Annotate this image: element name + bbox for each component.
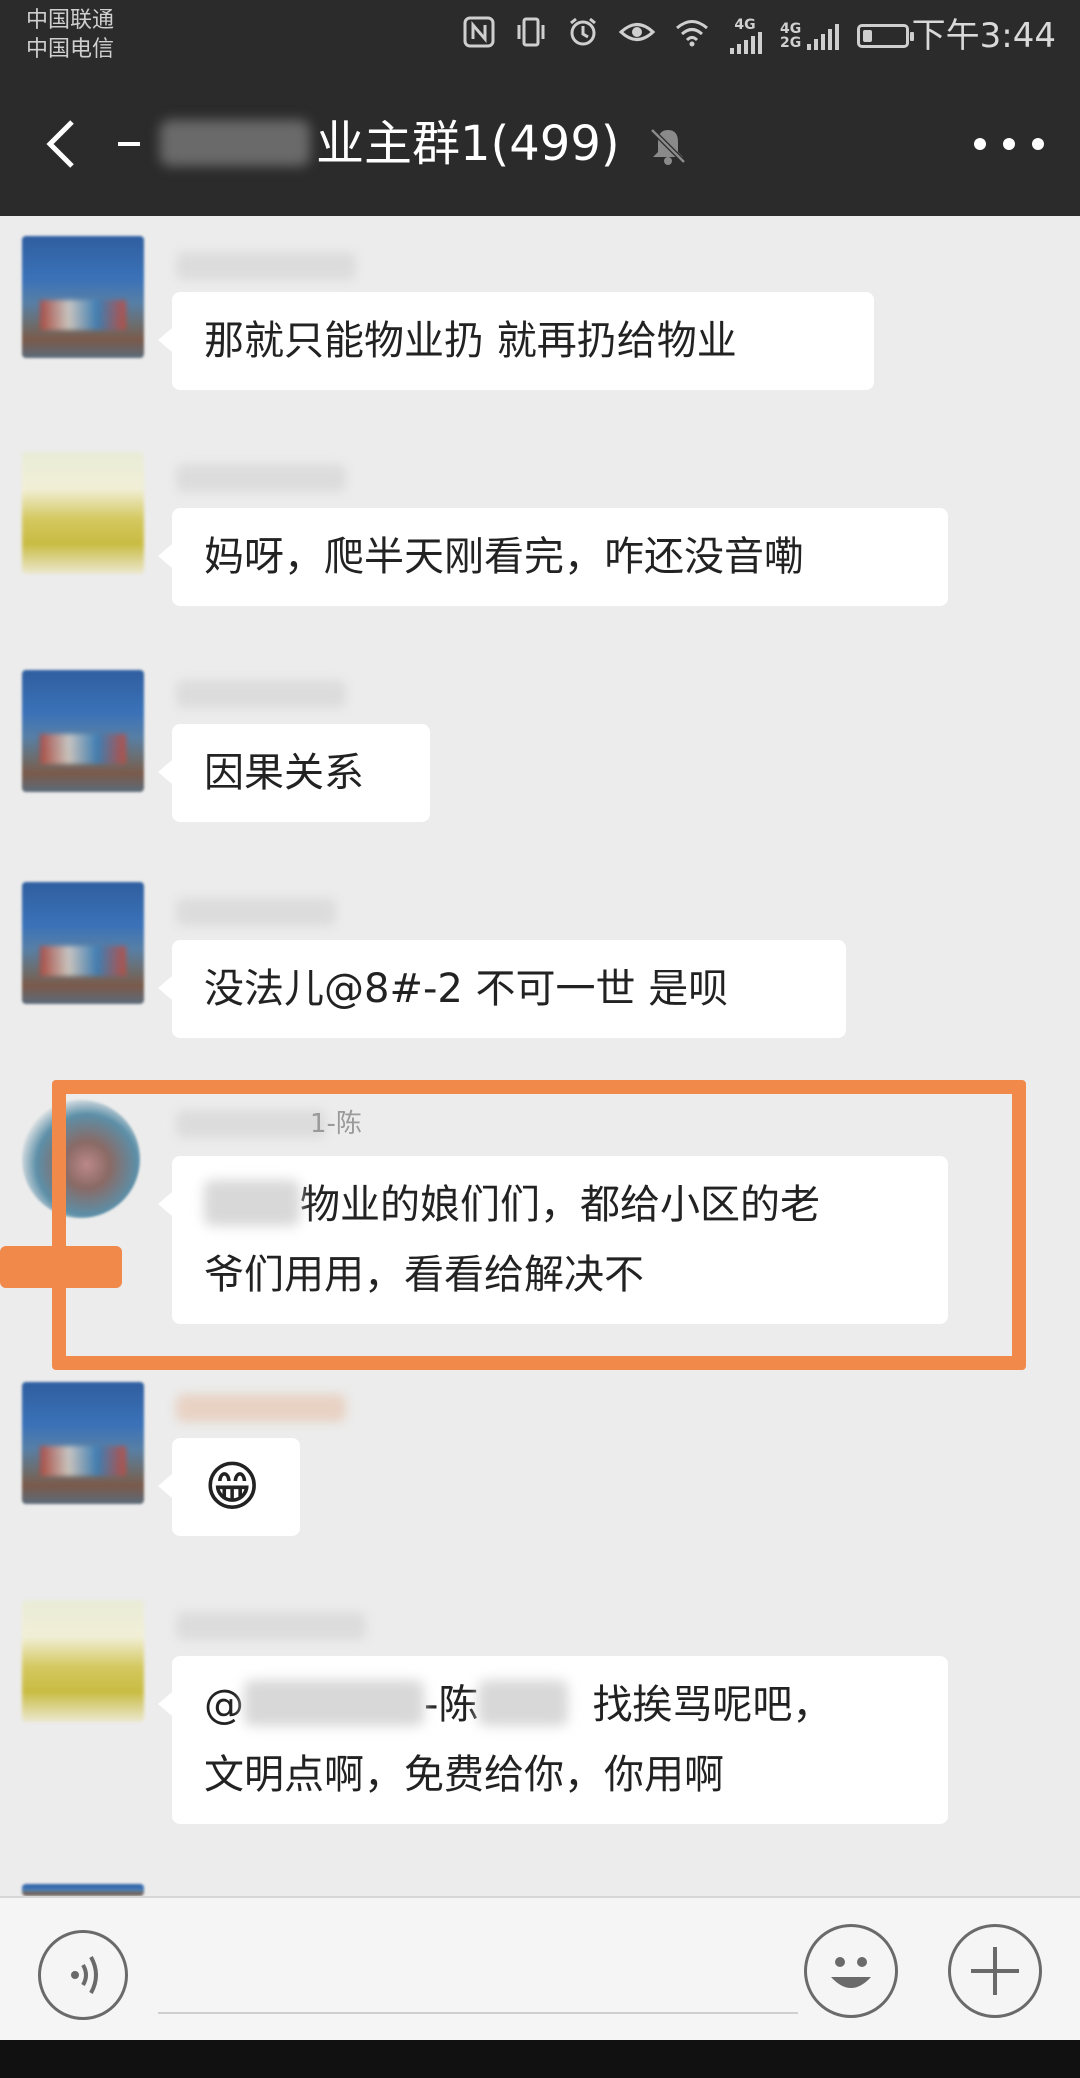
chat-title: 业主群1(499) bbox=[118, 108, 620, 180]
more-functions-button[interactable] bbox=[948, 1924, 1042, 2018]
battery-icon bbox=[857, 24, 915, 48]
dot bbox=[1003, 138, 1015, 150]
eye-comfort-icon bbox=[618, 15, 656, 57]
smiley-icon bbox=[831, 1957, 871, 1988]
avatar[interactable] bbox=[22, 236, 144, 358]
grinning-emoji-icon: 😁 bbox=[204, 1455, 261, 1518]
plus-icon bbox=[971, 1947, 1019, 1995]
avatar[interactable] bbox=[22, 1382, 144, 1504]
sender-name bbox=[176, 1612, 366, 1640]
message-input[interactable] bbox=[158, 2012, 798, 2014]
highlight-frame bbox=[52, 1080, 1026, 1370]
alarm-icon bbox=[566, 15, 600, 57]
emoji-button[interactable] bbox=[804, 1924, 898, 2018]
more-options-button[interactable] bbox=[974, 120, 1044, 168]
back-button[interactable] bbox=[36, 116, 92, 172]
chat-title-text: 业主群1(499) bbox=[316, 116, 620, 172]
message-bubble[interactable]: @ -陈 找挨骂呢吧， 文明点啊，免费给你，你用啊 bbox=[158, 1656, 948, 1824]
title-dash bbox=[118, 142, 140, 146]
message-text: 妈呀，爬半天刚看完，咋还没音嘞 bbox=[204, 534, 804, 580]
redacted-text bbox=[244, 1680, 424, 1726]
highlight-marker bbox=[0, 1246, 122, 1288]
sender-name bbox=[176, 464, 346, 492]
voice-icon bbox=[71, 1956, 98, 1994]
redacted-title-part bbox=[160, 120, 310, 166]
avatar[interactable] bbox=[22, 670, 144, 792]
sender-name bbox=[176, 252, 356, 280]
message-bubble[interactable]: 没法儿@8#-2 不可一世 是呗 bbox=[158, 940, 846, 1038]
message-bubble[interactable]: 😁 bbox=[158, 1438, 300, 1536]
mute-bell-icon bbox=[646, 124, 690, 168]
sender-name bbox=[176, 1394, 346, 1422]
carrier-labels: 中国联通 中国电信 bbox=[26, 6, 114, 64]
redacted-text bbox=[478, 1680, 569, 1726]
avatar[interactable] bbox=[22, 1600, 144, 1722]
avatar[interactable] bbox=[22, 1884, 144, 1896]
system-nav-bar bbox=[0, 2040, 1080, 2078]
nfc-icon bbox=[462, 15, 496, 57]
avatar[interactable] bbox=[22, 882, 144, 1004]
message-text: 那就只能物业扔 就再扔给物业 bbox=[204, 318, 737, 364]
message-text: 没法儿@8#-2 不可一世 是呗 bbox=[204, 966, 729, 1012]
message-bubble[interactable]: 那就只能物业扔 就再扔给物业 bbox=[158, 292, 874, 390]
input-bar bbox=[0, 1896, 1080, 2042]
clock: 下午3:44 bbox=[911, 16, 1056, 56]
message-bubble[interactable]: 妈呀，爬半天刚看完，咋还没音嘞 bbox=[158, 508, 948, 606]
voice-input-button[interactable] bbox=[38, 1930, 128, 2020]
status-icons: 4G 4G 2G bbox=[462, 12, 915, 60]
sender-name bbox=[176, 898, 336, 926]
avatar[interactable] bbox=[22, 452, 144, 574]
dot bbox=[1032, 138, 1044, 150]
message-bubble[interactable]: 因果关系 bbox=[158, 724, 430, 822]
dot bbox=[974, 138, 986, 150]
message-line-2: 文明点啊，免费给你，你用啊 bbox=[204, 1752, 724, 1798]
carrier-1: 中国联通 bbox=[26, 8, 115, 33]
carrier-2: 中国电信 bbox=[26, 37, 115, 62]
message-text: 因果关系 bbox=[204, 750, 364, 796]
sender-name bbox=[176, 680, 346, 708]
wifi-icon bbox=[674, 15, 710, 57]
vibrate-icon bbox=[514, 15, 548, 57]
signal-1-icon: 4G bbox=[728, 18, 762, 54]
chat-header: 业主群1(499) bbox=[0, 72, 1080, 216]
message-line-1: @ -陈 找挨骂呢吧， bbox=[204, 1680, 833, 1728]
chevron-left-icon bbox=[46, 120, 74, 168]
signal-2-icon: 4G 2G bbox=[780, 22, 840, 50]
status-bar: 中国联通 中国电信 4G 4G 2G 下午3:44 bbox=[0, 0, 1080, 72]
